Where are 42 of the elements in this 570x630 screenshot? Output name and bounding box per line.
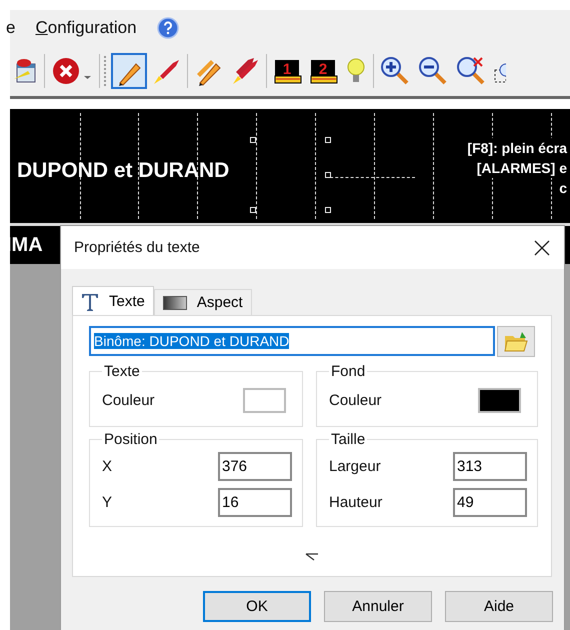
resize-handle[interactable] — [250, 207, 256, 213]
folder-icon — [504, 330, 528, 352]
field-label: Couleur — [102, 392, 155, 408]
dialog-button[interactable]: Aide — [445, 591, 553, 622]
rocket-icon — [230, 56, 260, 86]
tab[interactable]: Texte — [72, 286, 154, 316]
input-field[interactable]: 49 — [453, 488, 527, 516]
dialog-title: Propriétés du texte — [74, 239, 200, 256]
group-title: Position — [103, 431, 158, 448]
field-label: Hauteur — [329, 494, 382, 510]
window-icon — [12, 57, 38, 85]
canvas-text[interactable]: DUPOND et DURAND — [17, 159, 230, 183]
group-title: Fond — [330, 363, 366, 380]
field-label: Largeur — [329, 458, 381, 474]
dialog-button[interactable]: Annuler — [324, 591, 432, 622]
color-swatch[interactable] — [478, 388, 521, 412]
tab[interactable]: Aspect — [154, 289, 252, 315]
color-swatch[interactable] — [243, 388, 286, 412]
input-field[interactable]: 376 — [218, 452, 292, 480]
close-icon[interactable] — [534, 240, 550, 256]
field-label: Y — [102, 494, 112, 510]
dialog-button[interactable]: OK — [203, 591, 311, 622]
resize-handle[interactable] — [325, 137, 331, 143]
error-icon — [51, 56, 93, 86]
letter-t-icon — [81, 292, 99, 312]
resize-handle[interactable] — [325, 207, 331, 213]
help-icon[interactable] — [156, 17, 179, 39]
field-label: X — [102, 458, 112, 474]
field-label: Couleur — [329, 392, 382, 408]
menu-item[interactable]: Configuration — [35, 18, 137, 38]
resize-handle[interactable] — [250, 137, 256, 143]
group-title: Texte — [103, 363, 141, 380]
text-field[interactable]: Binôme: DUPOND et DURAND — [89, 326, 495, 356]
canvas-text[interactable]: [ALARMES] e — [476, 158, 567, 178]
canvas-text[interactable]: [F8]: plein écra — [467, 138, 567, 158]
resize-handle[interactable] — [325, 172, 331, 178]
cursor-icon — [305, 553, 319, 561]
input-field[interactable]: 16 — [218, 488, 292, 516]
input-field[interactable]: 313 — [453, 452, 527, 480]
gradient-rectangle-icon — [162, 296, 187, 310]
group-title: Taille — [330, 431, 366, 448]
menu-item[interactable]: e — [6, 18, 16, 38]
